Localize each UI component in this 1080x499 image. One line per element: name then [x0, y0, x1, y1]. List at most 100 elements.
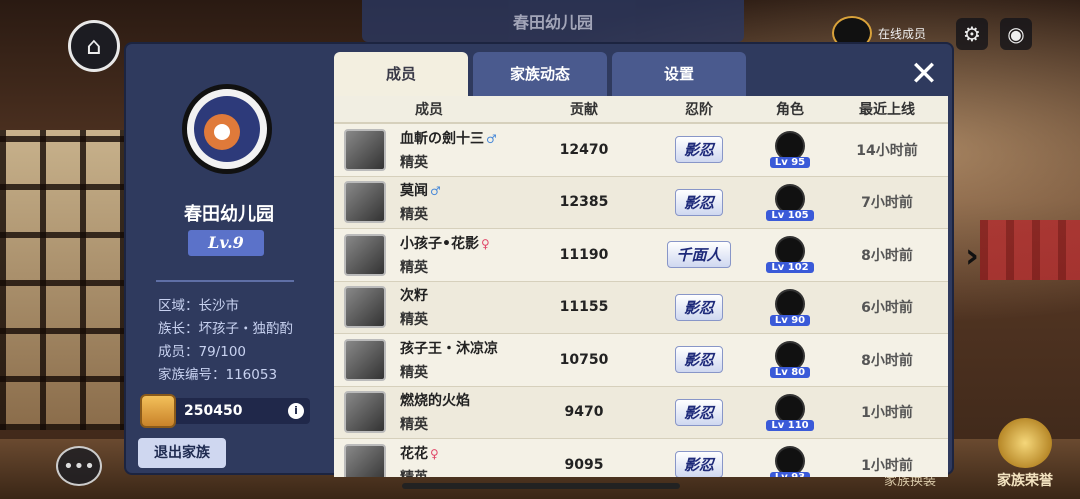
- table-row[interactable]: 小孩子•花影 ♀ 精英 11190 千面人 Lv 102 8小时前: [334, 229, 948, 282]
- coin-pouch-icon: [140, 394, 176, 428]
- member-name: 莫闻 ♂: [400, 183, 441, 200]
- member-table: 成员 贡献 忍阶 角色 最近上线 血斬の劍十三 ♂ 精英 12470 影忍 Lv …: [334, 96, 948, 477]
- table-row[interactable]: 血斬の劍十三 ♂ 精英 12470 影忍 Lv 95 14小时前: [334, 124, 948, 177]
- member-contribution: 11155: [559, 299, 609, 316]
- member-role-cell: Lv 90: [754, 288, 826, 326]
- member-contribution: 9095: [564, 456, 604, 473]
- member-title: 精英: [400, 259, 428, 276]
- clan-logo: [182, 84, 272, 174]
- trophy-icon: [998, 418, 1052, 468]
- member-avatar[interactable]: [344, 286, 386, 329]
- member-last-online: 8小时前: [861, 352, 913, 369]
- member-contribution: 9470: [564, 404, 604, 421]
- member-rank-cell: 影忍: [644, 346, 754, 374]
- member-name: 血斬の劍十三 ♂: [400, 130, 497, 147]
- info-icon[interactable]: i: [288, 403, 304, 419]
- table-row[interactable]: 花花♀ 精英 9095 影忍 Lv 93 1小时前: [334, 439, 948, 477]
- member-role-cell: Lv 80: [754, 341, 826, 379]
- member-contribution: 11190: [559, 246, 609, 263]
- member-last-online: 7小时前: [861, 195, 913, 212]
- member-avatar[interactable]: [344, 233, 386, 276]
- header-last-online: 最近上线: [859, 102, 915, 118]
- rank-badge: 影忍: [674, 398, 723, 426]
- member-contribution: 10750: [559, 351, 609, 368]
- role-level: Lv 95: [769, 157, 811, 169]
- background-railing: [980, 220, 1080, 280]
- member-title: 精英: [400, 154, 428, 171]
- gear-icon[interactable]: ⚙: [956, 18, 988, 50]
- member-avatar[interactable]: [344, 128, 386, 171]
- header-rank: 忍阶: [685, 102, 713, 118]
- clan-info-pane: 春田幼儿园 Lv.9 区域：长沙市 族长：坏孩子・独酌酌 成员：79/100 家…: [126, 44, 324, 473]
- background-lattice-window: [0, 130, 125, 430]
- header-role: 角色: [776, 102, 804, 118]
- member-name: 孩子王・沐凉凉: [400, 340, 498, 357]
- clan-region: 区域：长沙市: [158, 298, 239, 314]
- member-name: 小孩子•花影 ♀: [400, 235, 490, 252]
- leave-clan-button[interactable]: 退出家族: [138, 438, 226, 468]
- member-rank-cell: 影忍: [644, 136, 754, 164]
- eye-icon[interactable]: ◉: [1000, 18, 1032, 50]
- role-level: Lv 90: [769, 314, 811, 326]
- table-row[interactable]: 燃烧的火焰 精英 9470 影忍 Lv 110 1小时前: [334, 386, 948, 439]
- member-role-cell: Lv 105: [754, 183, 826, 221]
- table-header: 成员 贡献 忍阶 角色 最近上线: [334, 96, 948, 124]
- rank-badge: 影忍: [674, 451, 723, 477]
- table-row[interactable]: 莫闻 ♂ 精英 12385 影忍 Lv 105 7小时前: [334, 176, 948, 229]
- gender-icon: ♀: [430, 446, 439, 461]
- member-rank-cell: 影忍: [644, 293, 754, 321]
- role-level: Lv 110: [766, 419, 814, 431]
- member-rank-cell: 影忍: [644, 188, 754, 216]
- header-contribution: 贡献: [570, 102, 598, 118]
- member-rows: 血斬の劍十三 ♂ 精英 12470 影忍 Lv 95 14小时前 莫闻 ♂ 精英 1…: [334, 124, 948, 477]
- member-role-cell: Lv 110: [754, 393, 826, 431]
- clan-id: 家族编号：116053: [158, 367, 278, 383]
- member-avatar[interactable]: [344, 391, 386, 434]
- member-cell: 次籽 精英: [334, 285, 524, 329]
- member-avatar[interactable]: [344, 338, 386, 381]
- online-members-label: 在线成员: [878, 26, 927, 41]
- member-last-online: 8小时前: [861, 247, 913, 264]
- table-row[interactable]: 次籽 精英 11155 影忍 Lv 90 6小时前: [334, 281, 948, 334]
- close-icon[interactable]: ✕: [906, 56, 942, 92]
- gender-icon: ♂: [486, 131, 497, 146]
- chat-icon[interactable]: •••: [56, 446, 102, 486]
- role-level: Lv 80: [769, 367, 811, 379]
- member-last-online: 14小时前: [856, 142, 918, 159]
- member-cell: 血斬の劍十三 ♂ 精英: [334, 128, 524, 172]
- gender-icon: ♂: [430, 184, 441, 199]
- clan-banner: 春田幼儿园: [362, 0, 744, 42]
- table-row[interactable]: 孩子王・沐凉凉 精英 10750 影忍 Lv 80 8小时前: [334, 334, 948, 387]
- member-role-cell: Lv 95: [754, 131, 826, 169]
- member-cell: 花花♀ 精英: [334, 443, 524, 477]
- clan-funds-value: 250450: [184, 403, 243, 419]
- member-role-cell: Lv 93: [754, 446, 826, 477]
- member-title: 精英: [400, 467, 439, 477]
- member-last-online: 1小时前: [861, 457, 913, 474]
- member-avatar[interactable]: [344, 181, 386, 224]
- chevron-right-icon[interactable]: ›: [965, 236, 979, 276]
- member-cell: 燃烧的火焰 精英: [334, 390, 524, 434]
- member-rank-cell: 千面人: [644, 241, 754, 269]
- member-contribution: 12385: [559, 194, 609, 211]
- role-level: Lv 102: [766, 262, 814, 274]
- rank-badge: 影忍: [674, 346, 723, 374]
- clan-panel: 春田幼儿园 Lv.9 区域：长沙市 族长：坏孩子・独酌酌 成员：79/100 家…: [124, 42, 954, 477]
- clan-level-badge: Lv.9: [188, 230, 264, 256]
- clan-name: 春田幼儿园: [184, 204, 274, 225]
- member-rank-cell: 影忍: [644, 398, 754, 426]
- role-level: Lv 93: [769, 472, 811, 477]
- member-title: 精英: [400, 207, 428, 224]
- member-avatar[interactable]: [344, 443, 386, 477]
- family-honor-button[interactable]: 家族荣誉: [970, 418, 1080, 490]
- tab-clan-activity[interactable]: 家族动态: [473, 52, 607, 96]
- clan-funds: 250450 i: [140, 394, 310, 428]
- member-rank-cell: 影忍: [644, 451, 754, 477]
- member-cell: 小孩子•花影 ♀ 精英: [334, 233, 524, 277]
- member-role-cell: Lv 102: [754, 236, 826, 274]
- tab-settings[interactable]: 设置: [612, 52, 746, 96]
- home-icon[interactable]: ⌂: [68, 20, 120, 72]
- member-last-online: 6小时前: [861, 300, 913, 317]
- tab-members[interactable]: 成员: [334, 52, 468, 96]
- member-cell: 孩子王・沐凉凉 精英: [334, 338, 524, 382]
